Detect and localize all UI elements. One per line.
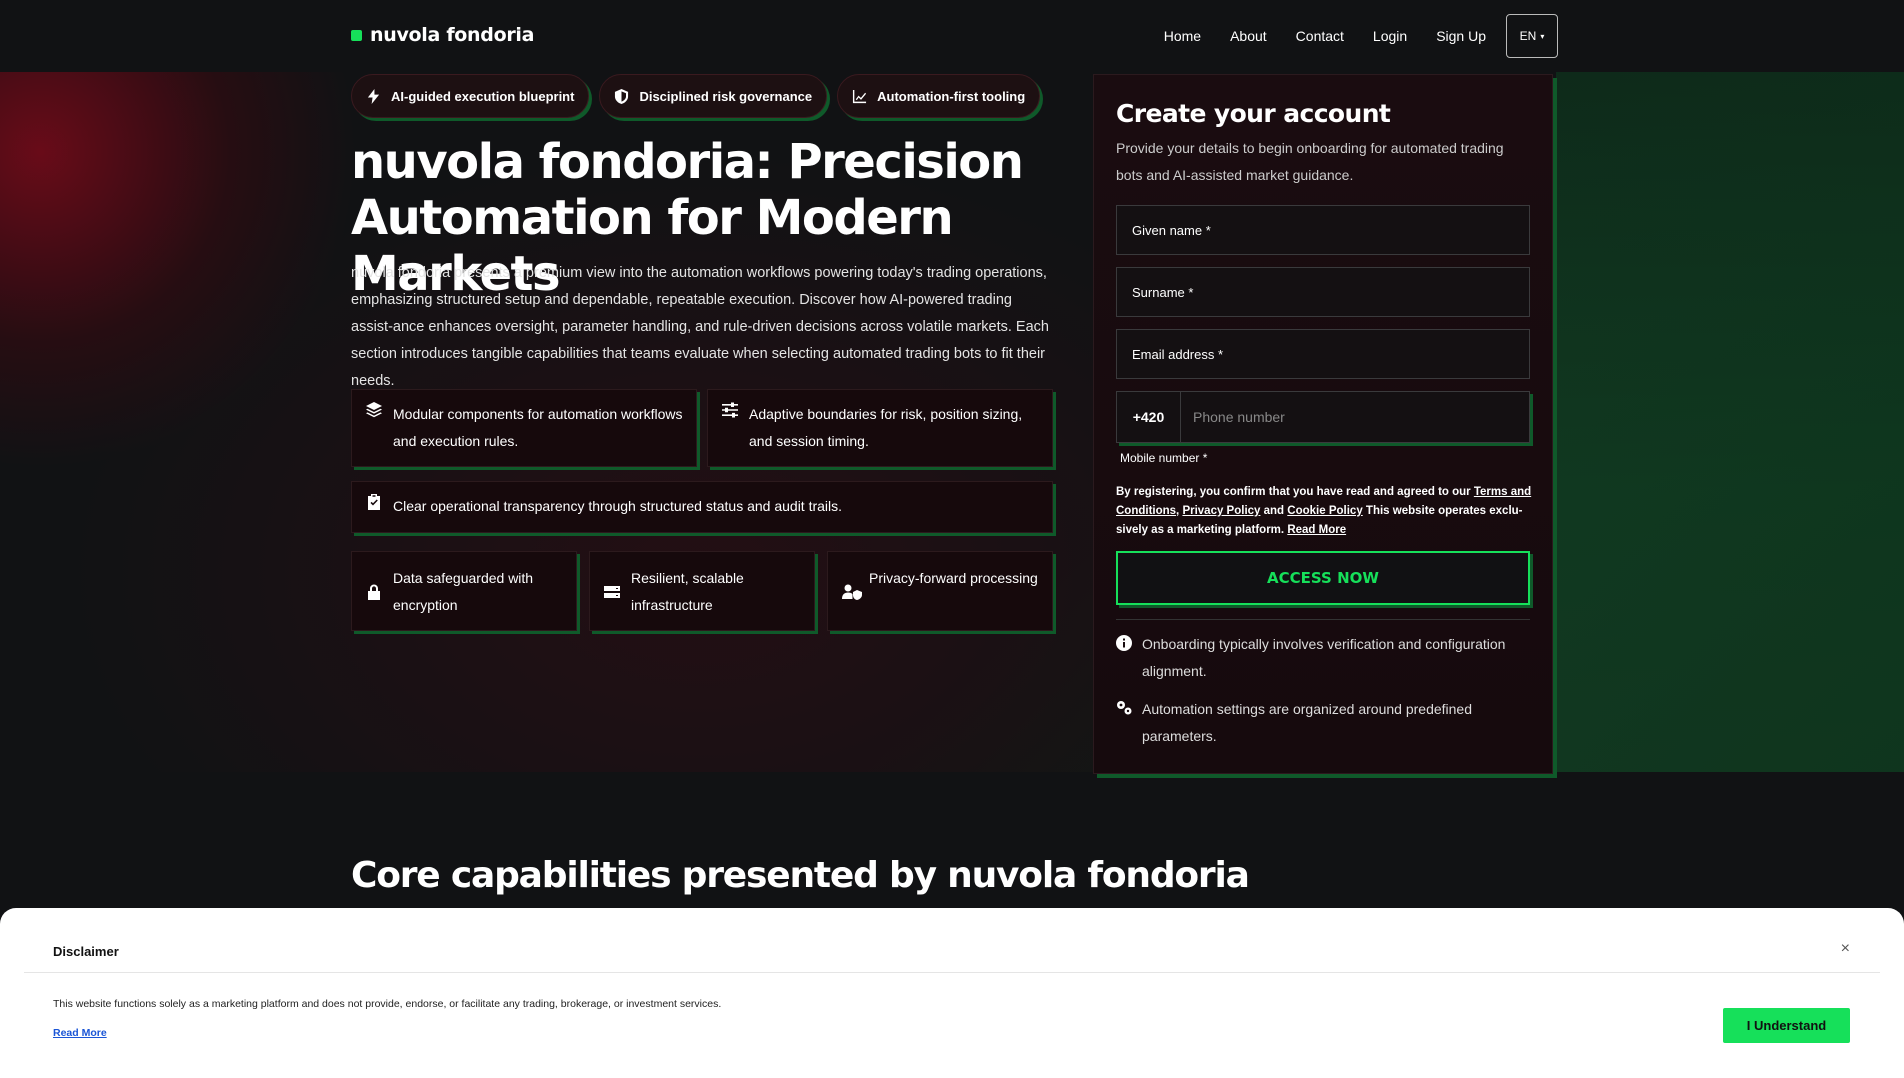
note-text: Automation settings are organized around… xyxy=(1142,701,1472,744)
phone-input[interactable]: Phone number xyxy=(1181,392,1529,442)
main-nav: Home About Contact Login Sign Up EN ▾ xyxy=(1135,14,1558,58)
trust-text: Data safeguarded with encryption xyxy=(393,570,534,613)
nav-about[interactable]: About xyxy=(1230,28,1267,44)
trust-text: Privacy-forward processing xyxy=(869,570,1038,586)
feature-card-modular: Modular components for automation workfl… xyxy=(351,389,697,467)
feature-card-transparency: Clear operational transparency through s… xyxy=(351,481,1053,533)
nav-contact[interactable]: Contact xyxy=(1296,28,1344,44)
surname-field[interactable]: Surname * xyxy=(1116,267,1530,317)
lock-icon xyxy=(368,584,380,600)
site-header: nuvola fondoria Home About Contact Login… xyxy=(0,0,1904,72)
given-name-placeholder: Given name * xyxy=(1132,222,1211,238)
pill-risk-governance: Disciplined risk governance xyxy=(599,74,828,118)
clipboard-check-icon xyxy=(368,494,380,510)
cookie-link[interactable]: Cookie Policy xyxy=(1287,505,1362,517)
bolt-icon xyxy=(367,88,380,104)
feature-text: Clear operational transparency through s… xyxy=(393,498,843,514)
background-right-panel xyxy=(1556,72,1904,772)
pill-label: Automation-first tooling xyxy=(877,88,1026,104)
logo[interactable]: nuvola fondoria xyxy=(351,24,534,46)
close-icon[interactable]: × xyxy=(1841,940,1850,958)
pill-execution-blueprint: AI-guided execution blueprint xyxy=(351,74,590,118)
trust-card-encryption: Data safeguarded with encryption xyxy=(351,551,577,631)
chart-line-icon xyxy=(853,89,867,103)
phone-placeholder: Phone number xyxy=(1193,409,1285,425)
mobile-number-label: Mobile number * xyxy=(1120,451,1208,465)
form-title: Create your account xyxy=(1116,99,1391,128)
surname-placeholder: Surname * xyxy=(1132,284,1194,300)
privacy-link[interactable]: Privacy Policy xyxy=(1182,505,1260,517)
legal-consent: By registering, you confirm that you hav… xyxy=(1116,486,1532,536)
gears-icon xyxy=(1117,701,1132,715)
shield-icon xyxy=(615,88,629,104)
disclaimer-divider xyxy=(24,972,1880,973)
pill-label: Disciplined risk governance xyxy=(639,88,813,104)
language-label: EN xyxy=(1519,29,1537,43)
note-text: Onboarding typically involves verificati… xyxy=(1142,636,1506,679)
email-placeholder: Email address * xyxy=(1132,346,1224,362)
server-icon xyxy=(604,586,620,598)
user-shield-icon xyxy=(842,584,862,600)
legal-prefix: By registering, you confirm that you hav… xyxy=(1116,486,1471,498)
signup-form-panel: Create your account Provide your details… xyxy=(1093,74,1553,774)
disclaimer-text: This website functions solely as a marke… xyxy=(53,998,722,1010)
access-now-button[interactable]: ACCESS NOW xyxy=(1116,551,1530,605)
nav-signup[interactable]: Sign Up xyxy=(1436,28,1486,44)
trust-card-privacy: Privacy-forward processing xyxy=(827,551,1053,631)
given-name-field[interactable]: Given name * xyxy=(1116,205,1530,255)
legal-read-more-link[interactable]: Read More xyxy=(1287,524,1346,536)
nav-home[interactable]: Home xyxy=(1164,28,1201,44)
form-divider xyxy=(1116,619,1530,620)
feature-pills: AI-guided execution blueprint Discipline… xyxy=(351,74,1041,118)
language-selector[interactable]: EN ▾ xyxy=(1506,14,1558,58)
disclaimer-title: Disclaimer xyxy=(53,944,119,959)
feature-text: Adaptive boundaries for risk, position s… xyxy=(749,406,1023,449)
pill-automation-tooling: Automation-first tooling xyxy=(837,74,1041,118)
layers-icon xyxy=(366,402,382,418)
chevron-down-icon: ▾ xyxy=(1540,31,1545,41)
trust-text: Resilient, scalable infrastructure xyxy=(631,570,744,613)
disclaimer-banner: Disclaimer × This website functions sole… xyxy=(0,908,1904,1078)
phone-field-group: +420 Phone number xyxy=(1116,391,1530,443)
onboarding-note: Onboarding typically involves verificati… xyxy=(1116,631,1536,685)
legal-and: and xyxy=(1263,505,1285,517)
nav-login[interactable]: Login xyxy=(1373,28,1407,44)
trust-card-infrastructure: Resilient, scalable infrastructure xyxy=(589,551,815,631)
automation-note: Automation settings are organized around… xyxy=(1116,696,1536,750)
info-icon xyxy=(1116,635,1132,651)
feature-card-adaptive: Adaptive boundaries for risk, position s… xyxy=(707,389,1053,467)
core-capabilities-title: Core capabilities presented by nuvola fo… xyxy=(351,855,1250,896)
logo-text: nuvola fondoria xyxy=(370,24,535,46)
pill-label: AI-guided execution blueprint xyxy=(391,88,575,104)
disclaimer-read-more-link[interactable]: Read More xyxy=(53,1027,107,1039)
sliders-icon xyxy=(722,402,738,418)
feature-text: Modular components for automation workfl… xyxy=(393,406,683,449)
email-field[interactable]: Email address * xyxy=(1116,329,1530,379)
i-understand-button[interactable]: I Understand xyxy=(1723,1008,1850,1043)
form-subtitle: Provide your details to begin onboarding… xyxy=(1116,140,1504,183)
logo-mark-icon xyxy=(351,29,362,41)
hero-description: nuvola fondoria presents a premium view … xyxy=(351,265,1049,389)
phone-country-code[interactable]: +420 xyxy=(1117,392,1181,442)
